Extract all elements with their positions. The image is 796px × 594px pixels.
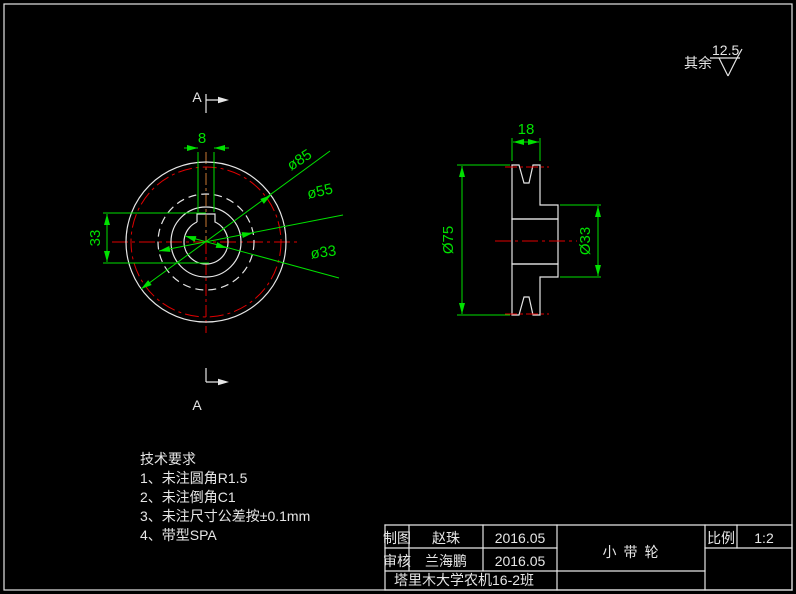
checked-by: 兰海鹏 xyxy=(425,553,467,569)
svg-text:12.5: 12.5 xyxy=(712,42,739,58)
section-upper-body xyxy=(511,164,559,220)
svg-text:ø55: ø55 xyxy=(305,180,334,202)
section-mark-top: A xyxy=(192,89,229,113)
side-view: 18 Ø75 Ø33 xyxy=(440,121,601,316)
cad-drawing-svg: 8 33 ø85 ø55 ø33 A A 18 Ø75 Ø33 其余 12.5 … xyxy=(3,3,793,591)
scale-value: 1:2 xyxy=(754,530,774,546)
tech-requirement-item: 4、带型SPA xyxy=(140,527,217,543)
svg-text:A: A xyxy=(192,397,202,413)
svg-text:其余: 其余 xyxy=(684,55,712,71)
tech-requirement-item: 2、未注倒角C1 xyxy=(140,489,236,505)
drawn-date: 2016.05 xyxy=(495,530,546,546)
tech-requirement-item: 1、未注圆角R1.5 xyxy=(140,470,248,486)
svg-text:33: 33 xyxy=(87,230,104,247)
dim-side-outer-diameter: Ø75 xyxy=(440,164,510,316)
svg-text:A: A xyxy=(192,89,202,105)
organization: 塔里木大学农机16-2班 xyxy=(394,572,534,588)
svg-text:Ø75: Ø75 xyxy=(440,226,457,254)
svg-text:ø33: ø33 xyxy=(309,242,337,262)
surface-roughness-note: 其余 12.5 xyxy=(684,42,743,77)
svg-text:ø85: ø85 xyxy=(284,146,315,174)
dim-side-hub-diameter: Ø33 xyxy=(560,204,601,278)
sheet-border xyxy=(3,3,793,591)
title-block: 制图 赵珠 2016.05 审核 兰海鹏 2016.05 塔里木大学农机16-2… xyxy=(383,524,793,591)
svg-text:8: 8 xyxy=(198,130,206,147)
cad-drawing-sheet: 8 33 ø85 ø55 ø33 A A 18 Ø75 Ø33 其余 12.5 … xyxy=(0,0,796,594)
dim-rim-width: 18 xyxy=(511,121,541,161)
drawn-label: 制图 xyxy=(383,530,411,546)
tech-requirements-title: 技术要求 xyxy=(140,451,196,467)
tech-requirement-item: 3、未注尺寸公差按±0.1mm xyxy=(140,508,310,524)
checked-label: 审核 xyxy=(383,553,411,569)
dim-groove-diameter: ø55 xyxy=(158,180,344,254)
svg-text:Ø33: Ø33 xyxy=(577,227,594,255)
scale-label: 比例 xyxy=(707,530,735,546)
tech-requirements: 技术要求 1、未注圆角R1.5 2、未注倒角C1 3、未注尺寸公差按±0.1mm… xyxy=(140,451,310,543)
section-lower-body xyxy=(511,263,559,316)
part-name: 小带轮 xyxy=(603,544,666,560)
checked-date: 2016.05 xyxy=(495,553,546,569)
drawn-by: 赵珠 xyxy=(432,530,460,546)
svg-text:18: 18 xyxy=(518,121,535,138)
section-mark-bottom: A xyxy=(192,368,229,413)
dim-bore-diameter: ø33 xyxy=(184,233,340,279)
front-view: 8 33 ø85 ø55 ø33 A A xyxy=(87,89,344,413)
